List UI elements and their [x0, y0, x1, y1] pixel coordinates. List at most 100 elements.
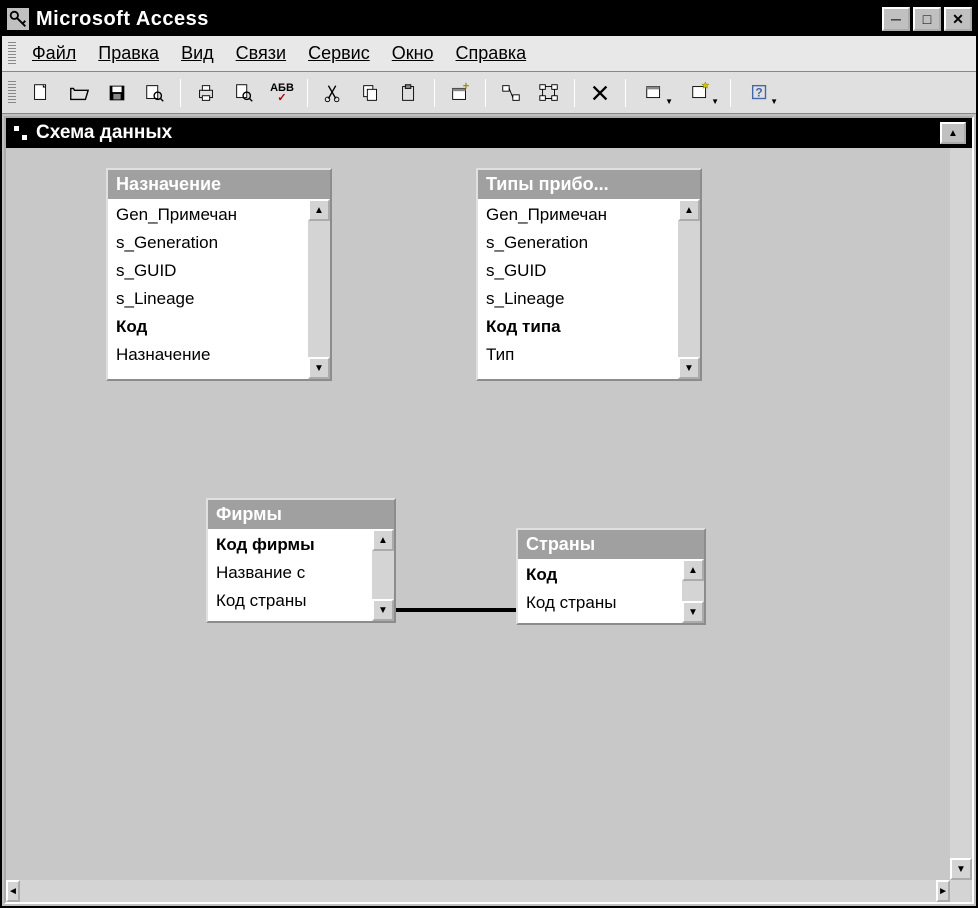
field-item[interactable]: s_Generation	[116, 229, 304, 257]
scroll-down-icon[interactable]: ▼	[950, 858, 972, 880]
scroll-down-icon[interactable]: ▼	[372, 599, 394, 621]
relationship-line[interactable]	[396, 608, 516, 612]
field-list[interactable]: Gen_Примечан s_Generation s_GUID s_Linea…	[108, 199, 308, 379]
mdi-client-area: Схема данных ▲ Назначение Gen_Примечан s…	[4, 116, 974, 904]
field-item[interactable]: Тип	[486, 341, 674, 369]
child-vscrollbar[interactable]: ▼	[950, 148, 972, 880]
scroll-down-icon[interactable]: ▼	[682, 601, 704, 623]
app-window: Microsoft Access ─ □ ✕ Файл Правка Вид С…	[0, 0, 978, 908]
field-item[interactable]: Назначение	[116, 341, 304, 369]
menu-help[interactable]: Справка	[446, 39, 537, 68]
separator	[485, 79, 486, 107]
scroll-track[interactable]	[20, 880, 936, 902]
menu-relations[interactable]: Связи	[226, 39, 296, 68]
field-item[interactable]: s_Lineage	[116, 285, 304, 313]
scroll-right-icon[interactable]: ►	[936, 880, 950, 902]
scroll-track[interactable]	[372, 551, 394, 599]
table-naznachenie[interactable]: Назначение Gen_Примечан s_Generation s_G…	[106, 168, 332, 381]
field-item[interactable]: Gen_Примечан	[116, 201, 304, 229]
preview-icon[interactable]	[227, 77, 261, 109]
scroll-corner	[950, 880, 972, 902]
child-hscrollbar[interactable]: ◄ ►	[6, 880, 950, 902]
scroll-track[interactable]	[950, 148, 972, 858]
new-icon[interactable]	[24, 77, 58, 109]
app-title: Microsoft Access	[36, 8, 882, 31]
relationships-icon	[12, 126, 30, 140]
cut-icon[interactable]	[316, 77, 350, 109]
spell-icon[interactable]: АБВ✓	[265, 77, 299, 109]
field-item-pk[interactable]: Код	[526, 561, 678, 589]
field-list-scrollbar[interactable]: ▲ ▼	[372, 529, 394, 621]
field-list-scrollbar[interactable]: ▲ ▼	[308, 199, 330, 379]
separator	[730, 79, 731, 107]
field-item[interactable]: Код страны	[526, 589, 678, 617]
menu-edit[interactable]: Правка	[88, 39, 169, 68]
scroll-up-icon[interactable]: ▲	[372, 529, 394, 551]
field-item[interactable]: s_Lineage	[486, 285, 674, 313]
paste-icon[interactable]	[392, 77, 426, 109]
table-title[interactable]: Типы прибо...	[478, 170, 700, 199]
table-title[interactable]: Назначение	[108, 170, 330, 199]
field-list-scrollbar[interactable]: ▲ ▼	[678, 199, 700, 379]
close-button[interactable]: ✕	[944, 7, 972, 31]
scroll-up-icon[interactable]: ▲	[678, 199, 700, 221]
maximize-button[interactable]: □	[913, 7, 941, 31]
field-item[interactable]: s_Generation	[486, 229, 674, 257]
help-icon[interactable]: ?▼	[739, 77, 781, 109]
search-icon[interactable]	[138, 77, 172, 109]
field-item-pk[interactable]: Код типа	[486, 313, 674, 341]
print-icon[interactable]	[189, 77, 223, 109]
menu-window[interactable]: Окно	[382, 39, 444, 68]
toolbar-grip-icon[interactable]	[8, 81, 16, 105]
field-item[interactable]: Название с	[216, 559, 368, 587]
save-icon[interactable]	[100, 77, 134, 109]
direct-relations-icon[interactable]	[494, 77, 528, 109]
separator	[307, 79, 308, 107]
minimize-button[interactable]: ─	[882, 7, 910, 31]
scroll-down-icon[interactable]: ▼	[308, 357, 330, 379]
scroll-down-icon[interactable]: ▼	[678, 357, 700, 379]
scroll-up-icon[interactable]: ▲	[308, 199, 330, 221]
toolbar: АБВ✓ + ▼ ▼ ?▼	[2, 72, 976, 114]
table-title[interactable]: Страны	[518, 530, 704, 559]
relationships-canvas[interactable]: Назначение Gen_Примечан s_Generation s_G…	[6, 148, 950, 880]
menubar: Файл Правка Вид Связи Сервис Окно Справк…	[2, 36, 976, 72]
child-scroll-up-button[interactable]: ▲	[940, 122, 966, 144]
field-item-pk[interactable]: Код фирмы	[216, 531, 368, 559]
table-firmy[interactable]: Фирмы Код фирмы Название с Код страны ▲ …	[206, 498, 396, 623]
field-list[interactable]: Gen_Примечан s_Generation s_GUID s_Linea…	[478, 199, 678, 379]
scroll-track[interactable]	[682, 581, 704, 601]
field-item[interactable]: Gen_Примечан	[486, 201, 674, 229]
table-title[interactable]: Фирмы	[208, 500, 394, 529]
autoform-icon[interactable]: ▼	[680, 77, 722, 109]
copy-icon[interactable]	[354, 77, 388, 109]
menu-file[interactable]: Файл	[22, 39, 86, 68]
svg-text:?: ?	[755, 85, 762, 99]
table-strany[interactable]: Страны Код Код страны ▲ ▼	[516, 528, 706, 625]
menu-service[interactable]: Сервис	[298, 39, 380, 68]
field-item[interactable]: s_GUID	[116, 257, 304, 285]
scroll-left-icon[interactable]: ◄	[6, 880, 20, 902]
field-item[interactable]: s_GUID	[486, 257, 674, 285]
field-item[interactable]: Код страны	[216, 587, 368, 615]
field-list[interactable]: Код Код страны	[518, 559, 682, 623]
new-object-icon[interactable]: ▼	[634, 77, 676, 109]
open-icon[interactable]	[62, 77, 96, 109]
menubar-grip-icon[interactable]	[8, 42, 16, 66]
svg-text:+: +	[463, 82, 469, 92]
child-window-titlebar: Схема данных ▲	[6, 118, 972, 148]
scroll-track[interactable]	[678, 221, 700, 357]
scroll-track[interactable]	[308, 221, 330, 357]
all-relations-icon[interactable]	[532, 77, 566, 109]
field-item-pk[interactable]: Код	[116, 313, 304, 341]
child-window-title: Схема данных	[36, 122, 172, 144]
field-list-scrollbar[interactable]: ▲ ▼	[682, 559, 704, 623]
titlebar: Microsoft Access ─ □ ✕	[2, 2, 976, 36]
access-key-icon	[6, 7, 30, 31]
menu-view[interactable]: Вид	[171, 39, 224, 68]
show-table-icon[interactable]: +	[443, 77, 477, 109]
scroll-up-icon[interactable]: ▲	[682, 559, 704, 581]
field-list[interactable]: Код фирмы Название с Код страны	[208, 529, 372, 621]
delete-icon[interactable]	[583, 77, 617, 109]
table-tipy-priborov[interactable]: Типы прибо... Gen_Примечан s_Generation …	[476, 168, 702, 381]
